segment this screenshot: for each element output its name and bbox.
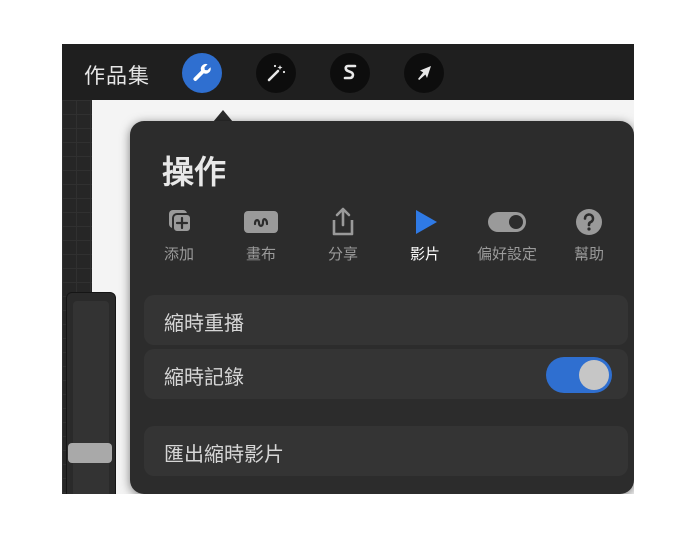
tab-help-label: 幫助: [573, 245, 604, 263]
export-timelapse-label: 匯出縮時影片: [164, 442, 284, 466]
share-icon: [332, 207, 354, 236]
tab-share-label: 分享: [327, 245, 358, 263]
play-icon: [416, 210, 437, 234]
tab-preferences[interactable]: 偏好設定: [472, 207, 542, 267]
arrow-cursor-icon: [418, 66, 431, 80]
help-icon: [576, 209, 602, 235]
s-curve-icon: [343, 64, 357, 80]
tab-canvas-label: 畫布: [245, 245, 276, 263]
gallery-button[interactable]: 作品集: [84, 60, 150, 90]
tab-video[interactable]: 影片: [390, 207, 460, 267]
timelapse-replay-label: 縮時重播: [164, 311, 244, 335]
selection-button[interactable]: [330, 53, 370, 93]
toggle-knob: [579, 360, 609, 390]
timelapse-record-label: 縮時記錄: [164, 365, 244, 389]
actions-wrench-button[interactable]: [182, 53, 222, 93]
tab-help[interactable]: 幫助: [554, 207, 624, 267]
adjustments-button[interactable]: [256, 53, 296, 93]
procreate-app: 作品集 操作 添加 畫布 分享 影片 偏好設定 幫助 縮時重播 縮時記錄 匯出縮…: [62, 44, 634, 494]
brush-size-slider-track[interactable]: [73, 301, 109, 494]
timelapse-record-toggle[interactable]: [546, 357, 612, 393]
canvas-icon: [244, 211, 278, 233]
magic-wand-icon: [267, 64, 286, 82]
transform-button[interactable]: [404, 53, 444, 93]
tab-video-label: 影片: [409, 245, 440, 263]
tab-share[interactable]: 分享: [308, 207, 378, 267]
actions-tabs: 添加 畫布 分享 影片 偏好設定 幫助: [144, 207, 624, 267]
brush-opacity-handle[interactable]: [68, 443, 112, 463]
timelapse-replay-row[interactable]: 縮時重播: [144, 295, 628, 345]
wrench-icon: [193, 63, 211, 81]
tab-add-label: 添加: [163, 245, 194, 263]
panel-title: 操作: [162, 153, 227, 191]
tab-canvas[interactable]: 畫布: [226, 207, 296, 267]
brush-size-slider-panel: [66, 292, 116, 494]
add-icon: [169, 210, 192, 233]
tab-preferences-label: 偏好設定: [476, 245, 537, 263]
tab-add[interactable]: 添加: [144, 207, 214, 267]
top-toolbar: 作品集: [62, 44, 634, 100]
export-timelapse-row[interactable]: 匯出縮時影片: [144, 426, 628, 476]
toggle-icon: [488, 212, 526, 232]
timelapse-record-row: 縮時記錄: [144, 349, 628, 399]
actions-panel: 操作 添加 畫布 分享 影片 偏好設定 幫助 縮時重播 縮時記錄 匯出縮時影片: [130, 121, 634, 494]
